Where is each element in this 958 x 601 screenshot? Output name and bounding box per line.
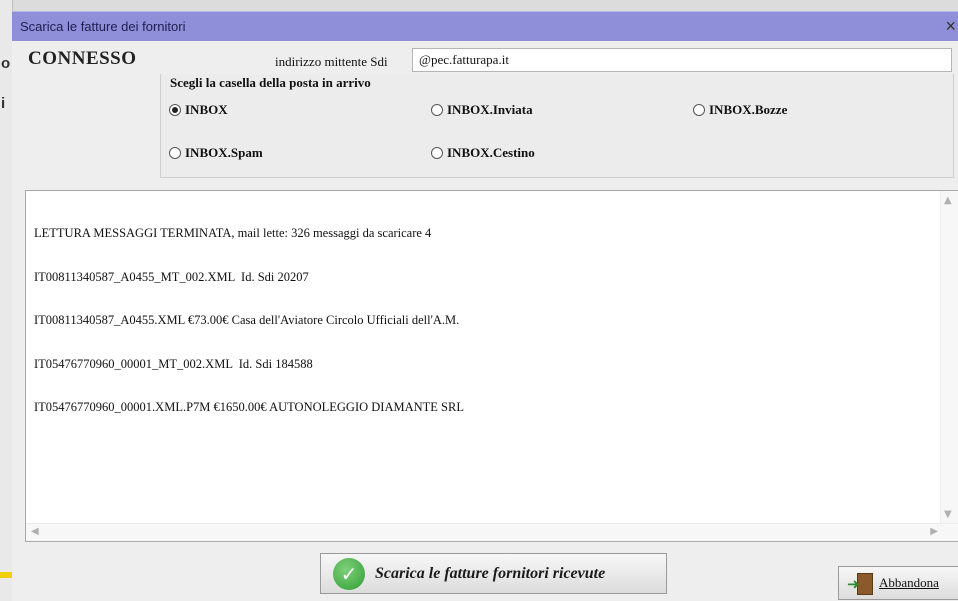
radio-inbox-bozze[interactable]: INBOX.Bozze bbox=[693, 102, 787, 118]
message-log-lines: LETTURA MESSAGGI TERMINATA, mail lette: … bbox=[34, 197, 938, 444]
radio-label: INBOX bbox=[185, 102, 228, 117]
horizontal-scrollbar[interactable]: ◀ ▶ bbox=[26, 523, 958, 541]
connection-status: CONNESSO bbox=[28, 48, 137, 69]
background-accent bbox=[0, 572, 12, 578]
radio-inbox-cestino[interactable]: INBOX.Cestino bbox=[431, 145, 535, 161]
close-icon[interactable]: × bbox=[945, 16, 956, 37]
background-glyph: i bbox=[1, 95, 6, 112]
radio-unselected-icon bbox=[693, 104, 705, 116]
download-invoices-button[interactable]: ✓ Scarica le fatture fornitori ricevute bbox=[320, 553, 667, 594]
log-line: IT05476770960_00001.XML.P7M €1650.00€ AU… bbox=[34, 400, 464, 414]
vertical-scrollbar[interactable]: ▲ ▼ bbox=[940, 191, 958, 524]
check-icon: ✓ bbox=[333, 557, 365, 590]
radio-inbox-spam[interactable]: INBOX.Spam bbox=[169, 145, 263, 161]
scroll-down-icon[interactable]: ▼ bbox=[944, 509, 952, 520]
download-invoices-label: Scarica le fatture fornitori ricevute bbox=[375, 564, 606, 582]
abandon-button[interactable]: ➜ Abbandona bbox=[838, 566, 958, 600]
background-glyph: o bbox=[1, 55, 11, 72]
radio-label: INBOX.Cestino bbox=[447, 145, 535, 160]
abandon-label: Abbandona bbox=[879, 575, 939, 590]
radio-label: INBOX.Bozze bbox=[709, 102, 788, 117]
log-line: IT00811340587_A0455.XML €73.00€ Casa del… bbox=[34, 313, 460, 327]
log-line: IT00811340587_A0455_MT_002.XML Id. Sdi 2… bbox=[34, 269, 309, 284]
radio-label: INBOX.Inviata bbox=[447, 102, 533, 117]
download-invoices-dialog: CONNESSO indirizzo mittente Sdi @pec.fat… bbox=[12, 41, 958, 601]
radio-unselected-icon bbox=[431, 104, 443, 116]
scroll-left-icon[interactable]: ◀ bbox=[31, 526, 39, 537]
log-line: LETTURA MESSAGGI TERMINATA, mail lette: … bbox=[34, 226, 432, 240]
window-title: Scarica le fatture dei fornitori bbox=[20, 19, 186, 34]
sender-address-field[interactable]: @pec.fatturapa.it bbox=[412, 48, 952, 72]
radio-inbox[interactable]: INBOX bbox=[169, 102, 228, 118]
dialog-titlebar: Scarica le fatture dei fornitori × bbox=[12, 11, 958, 42]
log-line: IT05476770960_00001_MT_002.XML Id. Sdi 1… bbox=[34, 356, 313, 371]
mailbox-selection-title: Scegli la casella della posta in arrivo bbox=[170, 75, 371, 90]
radio-unselected-icon bbox=[431, 147, 443, 159]
scroll-up-icon[interactable]: ▲ bbox=[944, 195, 952, 206]
message-log[interactable]: LETTURA MESSAGGI TERMINATA, mail lette: … bbox=[25, 190, 958, 542]
radio-inbox-inviata[interactable]: INBOX.Inviata bbox=[431, 102, 533, 118]
scroll-right-icon[interactable]: ▶ bbox=[930, 526, 938, 537]
exit-door-icon: ➜ bbox=[847, 571, 873, 595]
radio-selected-icon bbox=[169, 104, 181, 116]
radio-label: INBOX.Spam bbox=[185, 145, 263, 160]
radio-unselected-icon bbox=[169, 147, 181, 159]
sender-address-label: indirizzo mittente Sdi bbox=[275, 54, 388, 69]
